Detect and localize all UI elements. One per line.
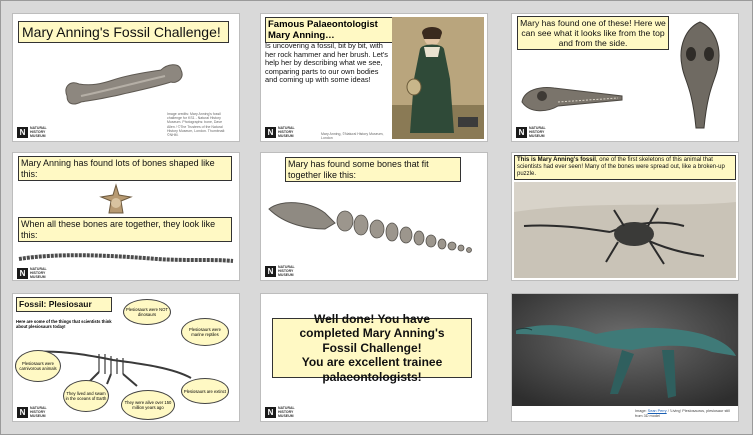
nhm-logo: N NATURAL HISTORY MUSEUM	[17, 267, 52, 279]
femur-bone-image	[65, 64, 183, 105]
slide-text-box: Mary has found some bones that fit toget…	[285, 157, 461, 182]
message-line: Well done! You have	[313, 311, 431, 326]
living-plesiosaur-render	[512, 294, 738, 406]
logo-text: NATURAL HISTORY MUSEUM	[30, 406, 47, 418]
slide-heading: Famous Palaeontologist Mary Anning…	[265, 17, 395, 43]
fact-bubble: Plesiosaurs were marine reptiles	[181, 318, 229, 346]
fact-bubble: They were alive over 150 million years a…	[121, 390, 175, 420]
slide-1-thumbnail[interactable]: Mary Anning's Fossil Challenge! Image cr…	[12, 13, 240, 142]
message-line: You are excellent trainee	[301, 355, 443, 370]
nhm-logo: N NATURAL HISTORY MUSEUM	[265, 126, 300, 138]
logo-mark: N	[17, 406, 28, 418]
logo-mark: N	[516, 126, 527, 138]
slide-text-box: This is Mary Anning's fossil, one of the…	[514, 155, 736, 180]
slide-6-thumbnail[interactable]: This is Mary Anning's fossil, one of the…	[511, 152, 739, 281]
credit-text: Mary Anning, ©Natural History Museum, Lo…	[321, 132, 384, 141]
logo-mark: N	[265, 406, 276, 418]
fact-bubble: Plesiosaurs were carnivorous animals	[15, 350, 61, 382]
message-line: Fossil Challenge!	[322, 340, 422, 355]
nhm-logo: N NATURAL HISTORY MUSEUM	[265, 265, 300, 277]
slide-intro-text: Here are some of the things that scienti…	[16, 319, 112, 329]
skull-side-view-image	[521, 87, 623, 112]
nhm-logo: N NATURAL HISTORY MUSEUM	[265, 406, 300, 418]
nhm-logo: N NATURAL HISTORY MUSEUM	[17, 126, 52, 138]
logo-mark: N	[17, 267, 28, 279]
nhm-logo: N NATURAL HISTORY MUSEUM	[516, 126, 551, 138]
logo-mark: N	[265, 265, 276, 277]
slide-7-thumbnail[interactable]: Fossil: Plesiosaur Here are some of the …	[12, 293, 240, 422]
logo-text: NATURAL HISTORY MUSEUM	[529, 126, 546, 138]
logo-mark: N	[17, 126, 28, 138]
logo-text: NATURAL HISTORY MUSEUM	[278, 406, 295, 418]
slide-title: Fossil: Plesiosaur	[16, 297, 112, 312]
mary-anning-portrait-image	[392, 17, 484, 139]
well-done-message: Well done! You have completed Mary Annin…	[272, 312, 472, 384]
slide-3-thumbnail[interactable]: Mary has found one of these! Here we can…	[511, 13, 739, 142]
slide-text-box-bottom: When all these bones are together, they …	[18, 217, 232, 242]
image-credit: Image: Sean Perry / 'Living' Plesiosauru…	[635, 409, 735, 418]
slide-text-box-top: Mary Anning has found lots of bones shap…	[18, 156, 232, 181]
skull-top-view-image	[680, 21, 720, 129]
slide-4-thumbnail[interactable]: Mary Anning has found lots of bones shap…	[12, 152, 240, 281]
flipper-bones-image	[268, 202, 472, 253]
slide-8-thumbnail[interactable]: Well done! You have completed Mary Annin…	[260, 293, 488, 422]
fact-bubble: Plesiosaurs were NOT dinosaurs	[123, 299, 171, 325]
message-line: palaeontologists!	[322, 369, 422, 384]
vertebral-column-image	[18, 253, 234, 263]
logo-text: NATURAL HISTORY MUSEUM	[278, 265, 295, 277]
slide-text-bold: This is Mary Anning's fossil	[517, 157, 596, 163]
slide-sorter: Mary Anning's Fossil Challenge! Image cr…	[0, 0, 753, 435]
plesiosaur-fossil-photo	[514, 182, 736, 278]
slide-2-thumbnail[interactable]: Famous Palaeontologist Mary Anning… Is u…	[260, 13, 488, 142]
logo-text: NATURAL HISTORY MUSEUM	[30, 267, 47, 279]
slide-text-box: Mary has found one of these! Here we can…	[517, 16, 669, 50]
fact-bubble: They lived and swam in the oceans of Ear…	[63, 380, 109, 412]
nhm-logo: N NATURAL HISTORY MUSEUM	[17, 406, 52, 418]
slide-body-text: Is uncovering a fossil, bit by bit, with…	[265, 41, 389, 85]
vertebra-image	[99, 183, 133, 214]
message-line: completed Mary Anning's	[299, 326, 445, 341]
logo-text: NATURAL HISTORY MUSEUM	[278, 126, 295, 138]
slide-5-thumbnail[interactable]: Mary has found some bones that fit toget…	[260, 152, 488, 281]
fact-bubble: Plesiosaurs are extinct	[181, 378, 229, 404]
slide-9-thumbnail[interactable]: Image: Sean Perry / 'Living' Plesiosauru…	[511, 293, 739, 422]
logo-text: NATURAL HISTORY MUSEUM	[30, 126, 47, 138]
logo-mark: N	[265, 126, 276, 138]
slide-title: Mary Anning's Fossil Challenge!	[18, 21, 229, 43]
credit-text: Image credits: Mary Anning's fossil chal…	[167, 112, 226, 138]
